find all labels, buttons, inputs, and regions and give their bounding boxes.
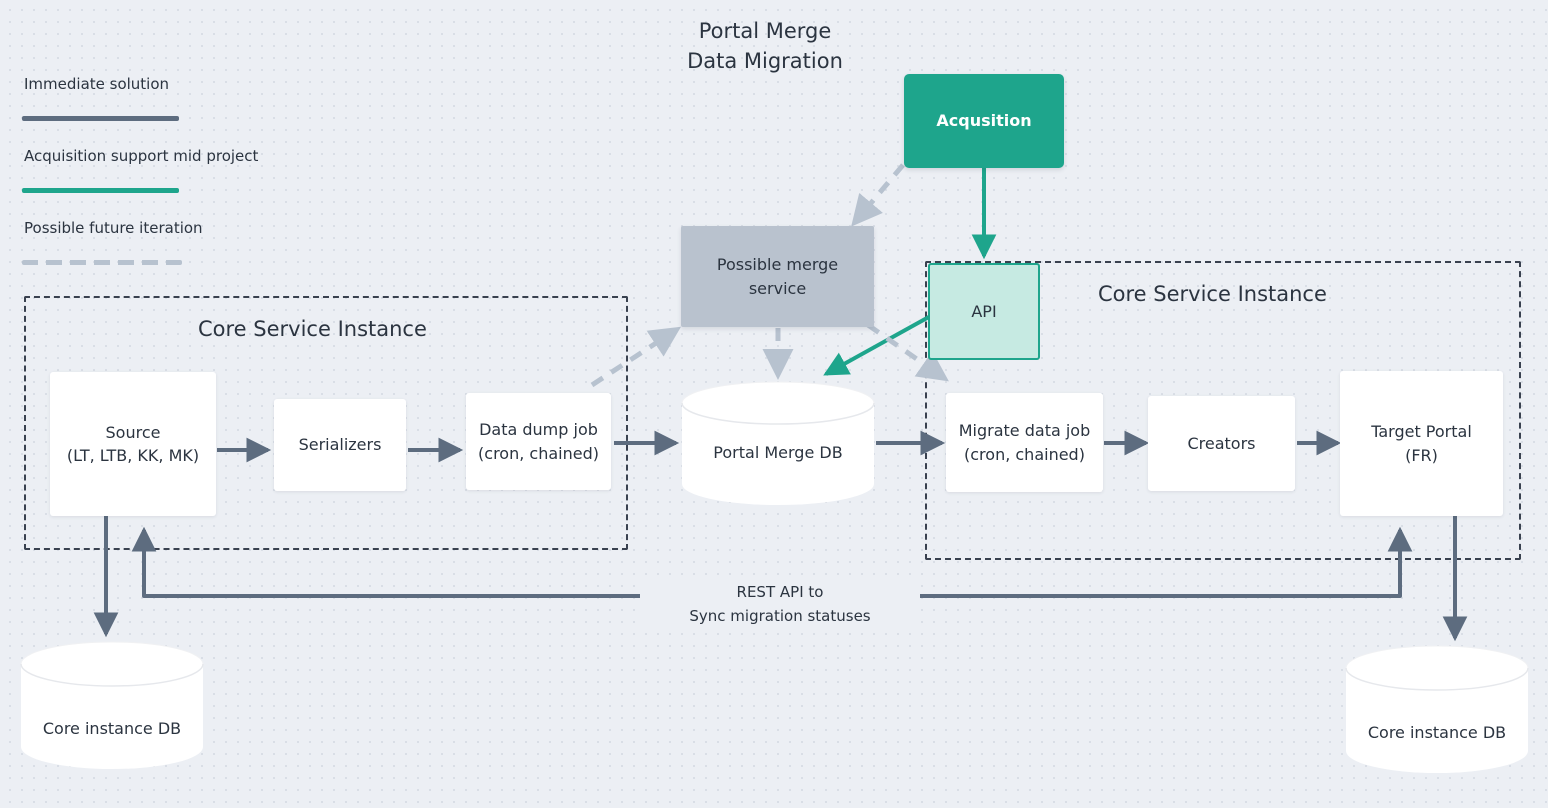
legend-swatch-immediate	[22, 116, 179, 121]
node-core-instance-db-right[interactable]: Core instance DB	[1345, 645, 1529, 774]
node-api[interactable]: API	[928, 263, 1040, 360]
group-title-right: Core Service Instance	[1098, 282, 1327, 306]
page-title: Portal Merge Data Migration	[687, 19, 843, 74]
cylinder-shape	[1345, 645, 1529, 773]
edge-acqusition-to-mergeservice	[851, 163, 905, 227]
legend-item-immediate-label: Immediate solution	[24, 75, 170, 93]
node-core-instance-db-left[interactable]: Core instance DB	[20, 641, 204, 770]
node-core-instance-db-left-label: Core instance DB	[42, 719, 182, 738]
legend-item-future-label: Possible future iteration	[24, 219, 203, 237]
node-migrate-data-job[interactable]: Migrate data job (cron, chained)	[946, 393, 1103, 492]
diagram-canvas: Portal Merge Data Migration Immediate so…	[0, 0, 1548, 808]
legend-swatch-acquisition	[22, 188, 179, 193]
node-portal-merge-db[interactable]: Portal Merge DB	[681, 381, 875, 506]
node-source[interactable]: Source (LT, LTB, KK, MK)	[50, 372, 216, 516]
node-target-portal[interactable]: Target Portal (FR)	[1340, 371, 1503, 516]
group-title-left: Core Service Instance	[198, 317, 427, 341]
cylinder-shape	[20, 641, 204, 769]
node-creators[interactable]: Creators	[1148, 396, 1295, 491]
node-serializers[interactable]: Serializers	[274, 399, 406, 491]
node-core-instance-db-right-label: Core instance DB	[1367, 723, 1507, 742]
edge-label-rest-api: REST API to Sync migration statuses	[640, 578, 920, 630]
node-possible-merge-service[interactable]: Possible merge service	[681, 226, 874, 327]
legend-item-acquisition-label: Acquisition support mid project	[24, 147, 259, 165]
node-data-dump-job[interactable]: Data dump job (cron, chained)	[466, 393, 611, 490]
node-acqusition[interactable]: Acqusition	[904, 74, 1064, 168]
legend-swatch-future	[22, 260, 182, 265]
node-portal-merge-db-label: Portal Merge DB	[713, 443, 843, 462]
